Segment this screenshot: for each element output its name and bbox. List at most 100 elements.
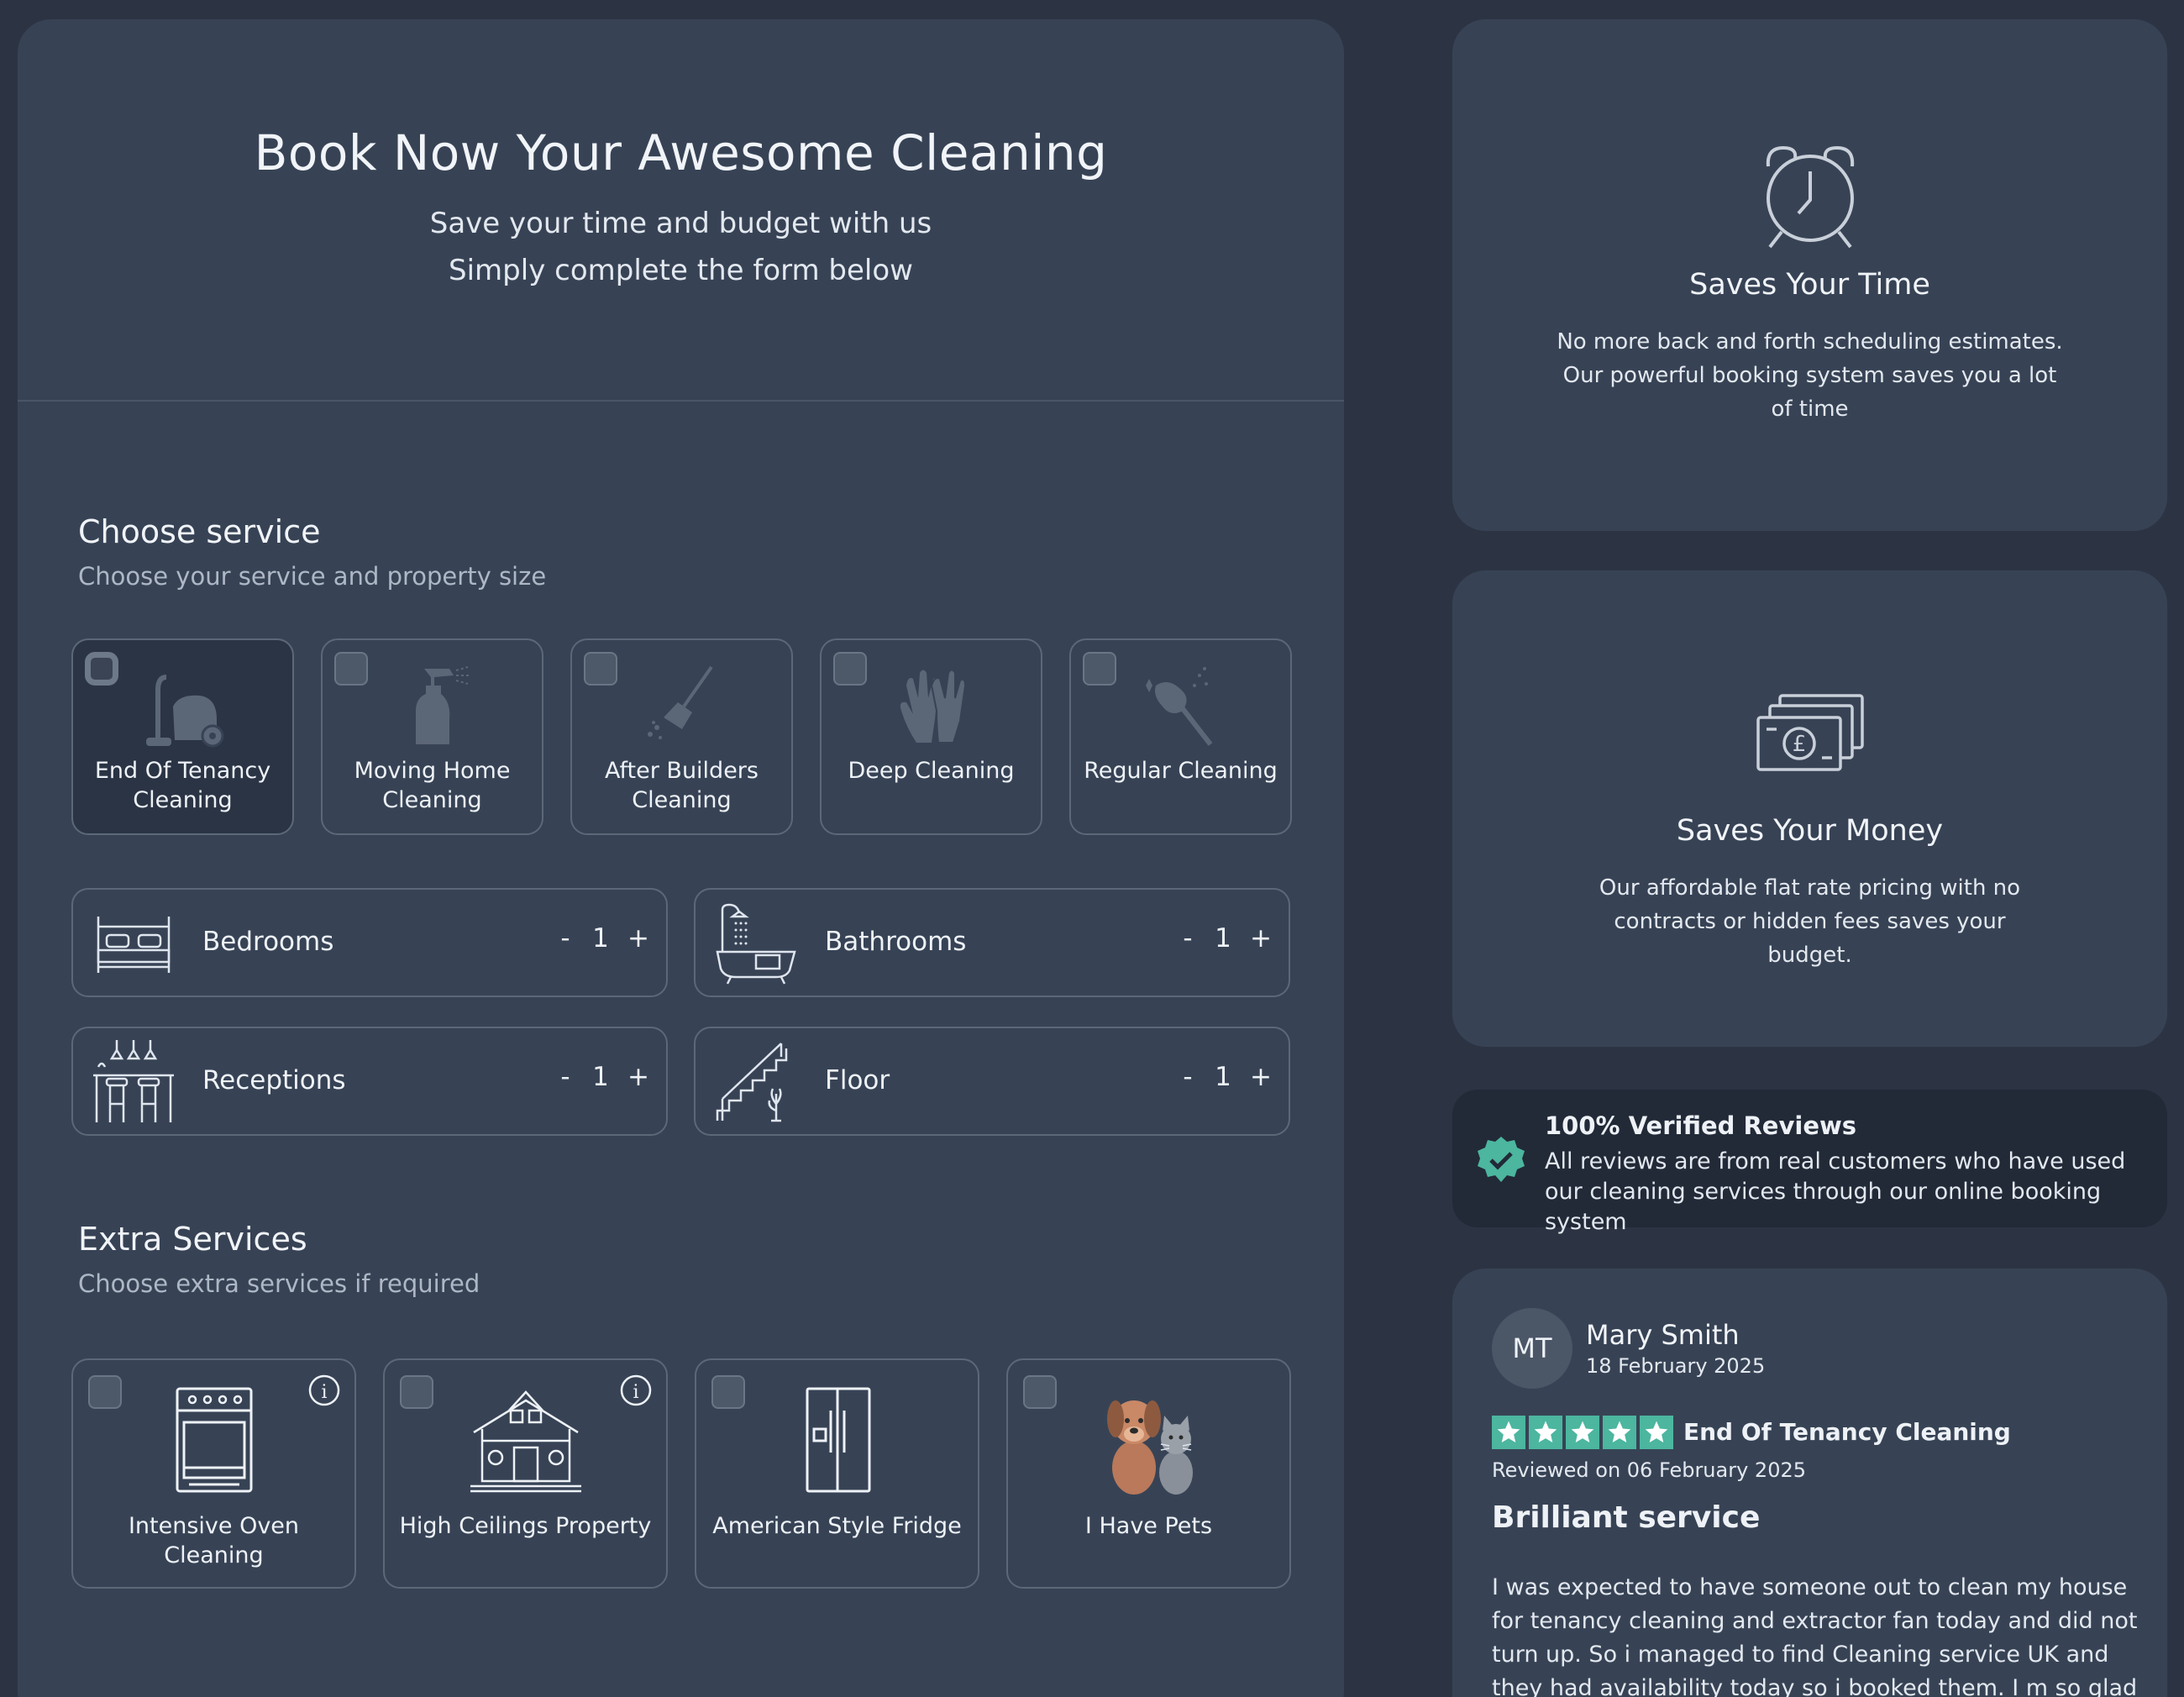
review-title: Brilliant service [1492,1500,1761,1535]
house-icon [470,1390,581,1493]
subtitle-line-2: Simply complete the form below [449,254,913,287]
extra-services-title: Extra Services [78,1221,307,1258]
increment-button[interactable]: + [1250,923,1272,954]
benefit-card-money: £ Saves Your Money Our affordable flat r… [1452,570,2167,1047]
review-date: 18 February 2025 [1586,1354,1766,1378]
review-card: MT Mary Smith 18 February 2025 End Of Te… [1452,1269,2167,1697]
extra-oven-cleaning[interactable]: i Intensive Oven Cleaning [71,1358,356,1589]
choose-service-title: Choose service [78,513,321,550]
oven-icon [176,1387,252,1493]
extra-checkbox[interactable] [711,1375,745,1409]
increment-button[interactable]: + [627,923,649,954]
reviewer-name: Mary Smith [1586,1319,1740,1351]
page-subtitle: Save your time and budget with us Simply… [18,200,1344,294]
service-label: Deep Cleaning [848,758,1015,784]
extra-services-subtitle: Choose extra services if required [78,1269,480,1298]
service-moving-home[interactable]: Moving Home Cleaning [321,638,543,835]
verified-reviews-banner: 100% Verified Reviews All reviews are fr… [1452,1090,2167,1235]
extra-checkbox[interactable] [1023,1375,1057,1409]
benefit-title: Saves Your Time [1689,268,1930,302]
extra-services-options: i Intensive Oven Cleaning i High Ceiling… [71,1358,1291,1589]
service-label: Regular Cleaning [1084,758,1278,784]
vacuum-cleaner-icon [145,675,223,748]
verified-badge-icon [1478,1137,1525,1182]
quantity-value: 1 [1215,923,1231,954]
benefit-text: Our affordable flat rate pricing with no… [1599,875,2021,968]
extra-label: American Style Fridge [712,1513,962,1539]
spray-bottle-icon [415,666,470,744]
svg-text:i: i [633,1382,638,1403]
service-checkbox[interactable] [1083,652,1116,686]
star-icon [1603,1416,1636,1449]
quantity-value: 1 [592,1062,609,1092]
review-body: I was expected to have someone out to cl… [1492,1574,2138,1697]
review-service: End Of Tenancy Cleaning [1683,1418,2011,1446]
extra-checkbox[interactable] [400,1375,433,1409]
star-icon [1529,1416,1562,1449]
fridge-icon [806,1387,870,1493]
money-notes-icon: £ [1756,694,1864,771]
decrement-button[interactable]: - [1179,923,1196,954]
service-label: Moving Home Cleaning [354,758,511,813]
decrement-button[interactable]: - [1179,1062,1196,1092]
quantity-value: 1 [592,923,609,954]
extra-label: High Ceilings Property [399,1513,652,1539]
service-checkbox[interactable] [833,652,867,686]
verified-title: 100% Verified Reviews [1545,1111,1857,1140]
service-label: After Builders Cleaning [605,758,759,813]
svg-text:£: £ [1793,732,1807,757]
page-title: Book Now Your Awesome Cleaning [254,124,1108,181]
increment-button[interactable]: + [627,1062,649,1092]
service-after-builders[interactable]: After Builders Cleaning [570,638,793,835]
extra-pets[interactable]: I Have Pets [1006,1358,1291,1589]
verified-text: All reviews are from real customers who … [1545,1148,2126,1235]
pets-icon [1106,1400,1193,1495]
room-label: Bedrooms [202,927,334,957]
floor-counter: Floor - 1 + [694,1027,1290,1136]
subtitle-line-1: Save your time and budget with us [429,207,932,240]
service-radio-selected[interactable] [85,652,118,686]
star-icon [1566,1416,1599,1449]
star-icon [1640,1416,1673,1449]
star-icon [1492,1416,1525,1449]
bathrooms-counter: Bathrooms - 1 + [694,888,1290,997]
bathtub-icon [716,903,796,985]
room-label: Floor [825,1065,890,1095]
increment-button[interactable]: + [1250,1062,1272,1092]
quantity-stepper: - 1 + [1179,1062,1272,1092]
stairs-icon [716,1043,788,1122]
info-icon[interactable]: i [307,1374,341,1407]
extra-label: I Have Pets [1084,1513,1213,1539]
reviewed-on: Reviewed on 06 February 2025 [1492,1458,1807,1482]
gloves-icon [900,669,966,743]
service-checkbox[interactable] [334,652,368,686]
benefit-card-time: Saves Your Time No more back and forth s… [1452,19,2167,531]
decrement-button[interactable]: - [557,923,574,954]
room-label: Receptions [202,1065,346,1095]
service-checkbox[interactable] [584,652,617,686]
service-end-of-tenancy[interactable]: End Of Tenancy Cleaning [71,638,294,835]
extra-checkbox[interactable] [88,1375,122,1409]
service-regular-cleaning[interactable]: Regular Cleaning [1069,638,1292,835]
form-header: Book Now Your Awesome Cleaning Save your… [18,19,1344,402]
star-rating [1492,1416,1673,1449]
service-label: End Of Tenancy Cleaning [94,758,271,813]
extra-high-ceilings[interactable]: i High Ceilings Property [383,1358,668,1589]
bar-stools-icon [93,1040,174,1122]
decrement-button[interactable]: - [557,1062,574,1092]
alarm-clock-icon [1766,145,1855,249]
booking-form-panel: Book Now Your Awesome Cleaning Save your… [18,19,1344,1697]
service-options: End Of Tenancy Cleaning Moving Home Clea… [71,638,1292,835]
quantity-value: 1 [1215,1062,1231,1092]
extra-american-fridge[interactable]: American Style Fridge [695,1358,979,1589]
quantity-stepper: - 1 + [557,923,649,954]
bedrooms-counter: Bedrooms - 1 + [71,888,668,997]
feather-duster-icon [1145,667,1212,746]
broom-icon [647,665,713,739]
svg-text:i: i [321,1382,327,1403]
service-deep-cleaning[interactable]: Deep Cleaning [820,638,1042,835]
info-icon[interactable]: i [619,1374,653,1407]
quantity-stepper: - 1 + [1179,923,1272,954]
quantity-stepper: - 1 + [557,1062,649,1092]
room-label: Bathrooms [825,927,967,957]
